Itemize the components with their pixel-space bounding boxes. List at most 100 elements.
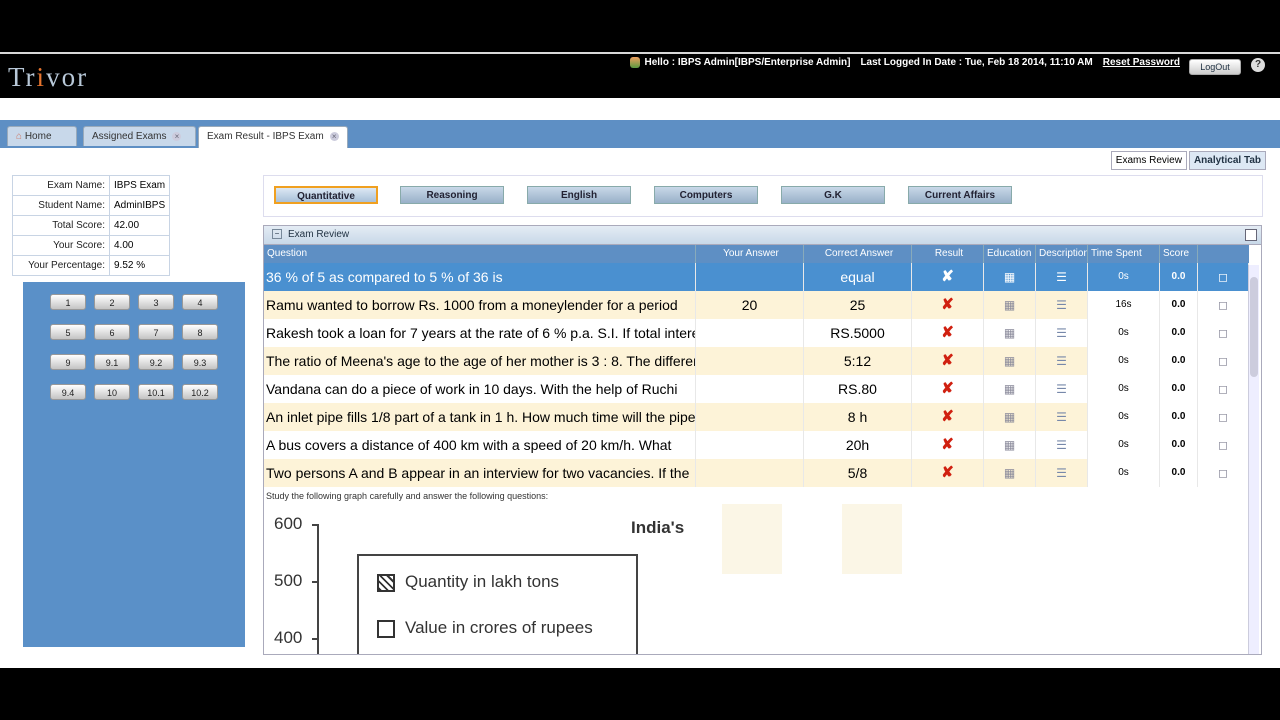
calendar-icon[interactable] — [1245, 229, 1257, 241]
correct-answer-cell: 25 — [804, 291, 912, 319]
row-checkbox[interactable]: ◻ — [1198, 375, 1249, 403]
col-question[interactable]: Question — [264, 245, 696, 263]
graph-title: India's — [631, 518, 685, 537]
col-education[interactable]: Education — [984, 245, 1036, 263]
row-checkbox[interactable]: ◻ — [1198, 403, 1249, 431]
question-nav-panel: 1 2 3 4 5 6 7 8 9 9.1 9.2 9.3 9.4 10 10.… — [23, 282, 245, 647]
score-cell: 0.0 — [1160, 403, 1198, 431]
hatched-swatch-icon — [377, 573, 395, 592]
education-icon[interactable]: ▦ — [984, 459, 1036, 487]
scrollbar-thumb[interactable] — [1250, 277, 1258, 377]
correct-answer-cell: 20h — [804, 431, 912, 459]
vertical-scrollbar[interactable] — [1248, 265, 1259, 654]
score-cell: 0.0 — [1160, 375, 1198, 403]
review-title: Exam Review — [288, 229, 350, 240]
education-icon[interactable]: ▦ — [984, 291, 1036, 319]
description-icon[interactable]: ☰ — [1036, 319, 1088, 347]
graph-y-tick: 600 — [274, 514, 303, 533]
education-icon[interactable]: ▦ — [984, 347, 1036, 375]
question-button[interactable]: 1 — [50, 294, 86, 310]
question-button[interactable]: 9.1 — [94, 354, 130, 370]
col-time-spent[interactable]: Time Spent — [1088, 245, 1160, 263]
help-icon[interactable]: ? — [1251, 58, 1265, 72]
subject-gk-button[interactable]: G.K — [781, 186, 885, 204]
question-button[interactable]: 5 — [50, 324, 86, 340]
description-icon[interactable]: ☰ — [1036, 431, 1088, 459]
question-button[interactable]: 9.2 — [138, 354, 174, 370]
question-button[interactable]: 10 — [94, 384, 130, 400]
table-row[interactable]: The ratio of Meena's age to the age of h… — [264, 347, 1249, 375]
logout-button[interactable]: LogOut — [1189, 59, 1241, 75]
question-button[interactable]: 9 — [50, 354, 86, 370]
row-checkbox[interactable]: ◻ — [1198, 319, 1249, 347]
description-icon[interactable]: ☰ — [1036, 291, 1088, 319]
wrong-cross-icon: ✘ — [912, 431, 984, 459]
question-cell: An inlet pipe fills 1/8 part of a tank i… — [264, 403, 696, 431]
subject-computers-button[interactable]: Computers — [654, 186, 758, 204]
subject-quantitative-button[interactable]: Quantitative — [274, 186, 378, 204]
your-answer-cell — [696, 431, 804, 459]
description-icon[interactable]: ☰ — [1036, 263, 1088, 291]
tab-exams-review[interactable]: Exams Review — [1110, 151, 1187, 170]
education-icon[interactable]: ▦ — [984, 403, 1036, 431]
subject-english-button[interactable]: English — [527, 186, 631, 204]
row-checkbox[interactable]: ◻ — [1198, 459, 1249, 487]
col-result[interactable]: Result — [912, 245, 984, 263]
row-background — [842, 504, 902, 574]
reset-password-link[interactable]: Reset Password — [1103, 57, 1180, 68]
education-icon[interactable]: ▦ — [984, 375, 1036, 403]
table-row[interactable]: Two persons A and B appear in an intervi… — [264, 459, 1249, 487]
description-icon[interactable]: ☰ — [1036, 347, 1088, 375]
question-button[interactable]: 9.4 — [50, 384, 86, 400]
table-row[interactable]: An inlet pipe fills 1/8 part of a tank i… — [264, 403, 1249, 431]
question-cell: Rakesh took a loan for 7 years at the ra… — [264, 319, 696, 347]
score-cell: 0.0 — [1160, 319, 1198, 347]
info-label: Your Score: — [12, 235, 110, 256]
table-row[interactable]: A bus covers a distance of 400 km with a… — [264, 431, 1249, 459]
question-button[interactable]: 6 — [94, 324, 130, 340]
graph-y-tick: 500 — [274, 571, 303, 590]
table-row[interactable]: Rakesh took a loan for 7 years at the ra… — [264, 319, 1249, 347]
header-strip — [0, 98, 1280, 120]
question-button[interactable]: 3 — [138, 294, 174, 310]
table-row[interactable]: 36 % of 5 as compared to 5 % of 36 is eq… — [264, 263, 1249, 291]
question-button[interactable]: 8 — [182, 324, 218, 340]
tab-home[interactable]: ⌂ Home — [7, 126, 77, 146]
col-score[interactable]: Score — [1160, 245, 1198, 263]
col-correct-answer[interactable]: Correct Answer — [804, 245, 912, 263]
row-checkbox[interactable]: ◻ — [1198, 291, 1249, 319]
description-icon[interactable]: ☰ — [1036, 403, 1088, 431]
question-button[interactable]: 10.2 — [182, 384, 218, 400]
question-button[interactable]: 9.3 — [182, 354, 218, 370]
tab-exam-result[interactable]: Exam Result - IBPS Exam × — [198, 126, 348, 148]
question-button[interactable]: 2 — [94, 294, 130, 310]
legend-label: Value in crores of rupees — [405, 618, 593, 637]
col-your-answer[interactable]: Your Answer — [696, 245, 804, 263]
tab-assigned-exams[interactable]: Assigned Exams × — [83, 126, 196, 146]
table-row[interactable]: Vandana can do a piece of work in 10 day… — [264, 375, 1249, 403]
tab-analytical[interactable]: Analytical Tab — [1188, 151, 1266, 170]
question-button[interactable]: 4 — [182, 294, 218, 310]
subject-reasoning-button[interactable]: Reasoning — [400, 186, 504, 204]
row-checkbox[interactable]: ◻ — [1198, 431, 1249, 459]
question-button[interactable]: 10.1 — [138, 384, 174, 400]
collapse-toggle-icon[interactable]: − — [272, 229, 282, 240]
description-icon[interactable]: ☰ — [1036, 375, 1088, 403]
wrong-cross-icon: ✘ — [912, 403, 984, 431]
row-checkbox[interactable]: ◻ — [1198, 347, 1249, 375]
education-icon[interactable]: ▦ — [984, 319, 1036, 347]
empty-swatch-icon — [377, 619, 395, 638]
subject-current-affairs-button[interactable]: Current Affairs — [908, 186, 1012, 204]
question-cell: A bus covers a distance of 400 km with a… — [264, 431, 696, 459]
col-description[interactable]: Description — [1036, 245, 1088, 263]
time-spent-cell: 0s — [1088, 263, 1160, 291]
close-tab-icon[interactable]: × — [172, 132, 182, 141]
description-icon[interactable]: ☰ — [1036, 459, 1088, 487]
education-icon[interactable]: ▦ — [984, 431, 1036, 459]
table-row[interactable]: Ramu wanted to borrow Rs. 1000 from a mo… — [264, 291, 1249, 319]
question-button[interactable]: 7 — [138, 324, 174, 340]
close-tab-icon[interactable]: × — [329, 132, 339, 141]
tab-label: Home — [24, 131, 52, 142]
education-icon[interactable]: ▦ — [984, 263, 1036, 291]
row-checkbox[interactable]: ◻ — [1198, 263, 1249, 291]
